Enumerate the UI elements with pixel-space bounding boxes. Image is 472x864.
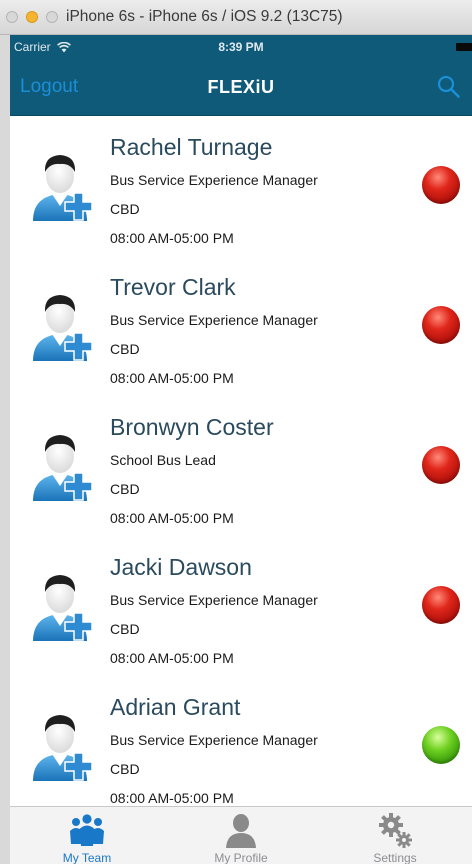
- member-name: Adrian Grant: [110, 694, 241, 720]
- member-role: Bus Service Experience Manager: [110, 592, 318, 608]
- status-bar: Carrier 8:39 PM: [10, 35, 472, 59]
- page-title: FLEXiU: [207, 77, 275, 97]
- gear-icon: [379, 813, 412, 848]
- avatar-icon: [30, 290, 100, 362]
- member-role: Bus Service Experience Manager: [110, 732, 318, 748]
- tab-my-profile[interactable]: My Profile: [164, 807, 318, 864]
- member-role: Bus Service Experience Manager: [110, 312, 318, 328]
- window-close-button[interactable]: [6, 11, 18, 23]
- tab-label: My Profile: [214, 851, 268, 864]
- simulator-titlebar: iPhone 6s - iPhone 6s / iOS 9.2 (13C75): [0, 0, 472, 35]
- member-name: Trevor Clark: [110, 274, 236, 300]
- team-member-row[interactable]: Bronwyn Coster School Bus Lead CBD 08:00…: [10, 396, 472, 536]
- status-time: 8:39 PM: [218, 40, 264, 54]
- member-name: Rachel Turnage: [110, 134, 273, 160]
- avatar-icon: [30, 710, 100, 782]
- status-indicator: [422, 306, 460, 344]
- status-indicator: [422, 166, 460, 204]
- tab-label: My Team: [62, 851, 112, 864]
- tab-settings[interactable]: Settings: [318, 807, 472, 864]
- window-minimize-button[interactable]: [26, 11, 38, 23]
- tab-my-team[interactable]: My Team: [10, 807, 164, 864]
- tab-label: Settings: [373, 851, 417, 864]
- member-hours: 08:00 AM-05:00 PM: [110, 510, 234, 526]
- battery-icon: [456, 43, 472, 51]
- member-hours: 08:00 AM-05:00 PM: [110, 230, 234, 246]
- member-hours: 08:00 AM-05:00 PM: [110, 650, 234, 666]
- profile-icon: [226, 814, 256, 848]
- avatar-icon: [30, 150, 100, 222]
- navigation-bar: Logout FLEXiU: [10, 59, 472, 116]
- team-icon: [70, 814, 104, 846]
- member-location: CBD: [110, 201, 140, 217]
- tab-bar: My Team My Profile Settings: [10, 806, 472, 864]
- member-role: School Bus Lead: [110, 452, 216, 468]
- member-location: CBD: [110, 621, 140, 637]
- member-location: CBD: [110, 481, 140, 497]
- team-member-row[interactable]: Trevor Clark Bus Service Experience Mana…: [10, 256, 472, 396]
- member-location: CBD: [110, 341, 140, 357]
- window-zoom-button[interactable]: [46, 11, 58, 23]
- avatar-icon: [30, 570, 100, 642]
- status-indicator: [422, 726, 460, 764]
- team-member-row[interactable]: Rachel Turnage Bus Service Experience Ma…: [10, 116, 472, 256]
- search-icon[interactable]: [436, 74, 462, 100]
- status-indicator: [422, 586, 460, 624]
- member-location: CBD: [110, 761, 140, 777]
- member-name: Bronwyn Coster: [110, 414, 274, 440]
- team-member-row[interactable]: Jacki Dawson Bus Service Experience Mana…: [10, 536, 472, 676]
- member-hours: 08:00 AM-05:00 PM: [110, 790, 234, 806]
- simulator-title: iPhone 6s - iPhone 6s / iOS 9.2 (13C75): [66, 8, 343, 25]
- team-list[interactable]: Rachel Turnage Bus Service Experience Ma…: [10, 116, 472, 806]
- status-indicator: [422, 446, 460, 484]
- member-name: Jacki Dawson: [110, 554, 252, 580]
- phone-screen: Carrier 8:39 PM Logout FLEXiU Rachel Tur…: [10, 35, 472, 864]
- logout-button[interactable]: Logout: [20, 76, 78, 98]
- team-member-row[interactable]: Adrian Grant Bus Service Experience Mana…: [10, 676, 472, 806]
- member-hours: 08:00 AM-05:00 PM: [110, 370, 234, 386]
- avatar-icon: [30, 430, 100, 502]
- member-role: Bus Service Experience Manager: [110, 172, 318, 188]
